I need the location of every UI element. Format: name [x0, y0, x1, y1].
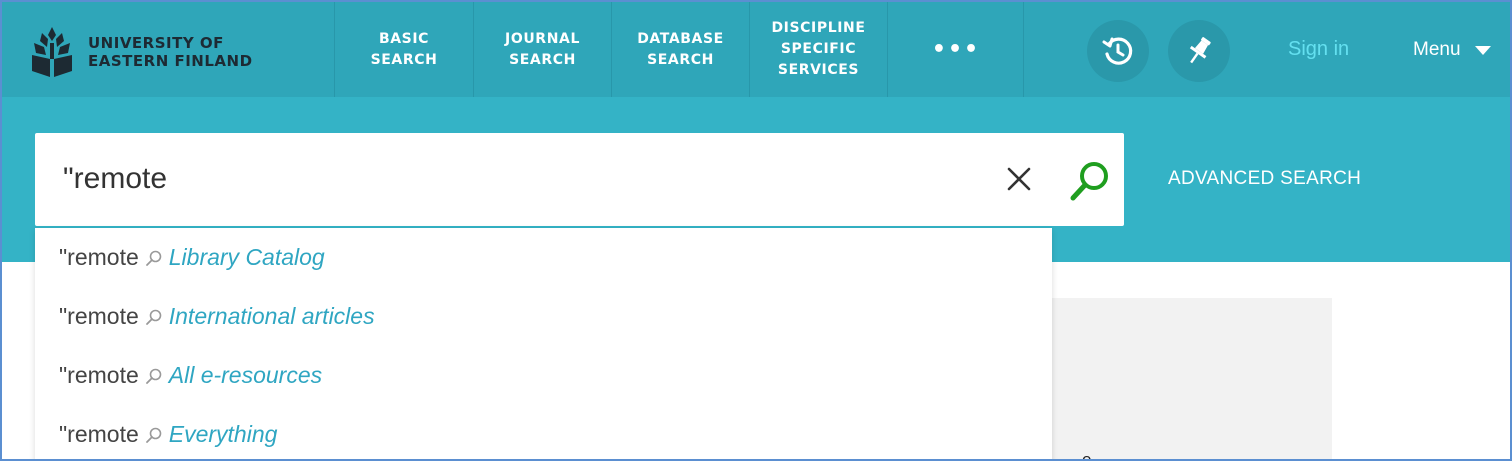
university-logo[interactable]: UNIVERSITY OF EASTERN FINLAND — [30, 24, 260, 80]
history-icon — [1102, 37, 1133, 65]
clear-search-button[interactable] — [1005, 165, 1033, 193]
advanced-search-link[interactable]: ADVANCED SEARCH — [1168, 168, 1361, 190]
nav-basic-search[interactable]: BASIC SEARCH — [334, 2, 473, 97]
magnifier-icon — [145, 367, 163, 385]
suggestion-query: "remote — [59, 362, 139, 388]
search-input[interactable] — [63, 157, 963, 201]
menu-button[interactable]: Menu — [1413, 39, 1491, 61]
logo-text: UNIVERSITY OF EASTERN FINLAND — [88, 34, 253, 70]
suggestion-query: "remote — [59, 244, 139, 270]
nav-more-button[interactable]: ••• — [887, 2, 1024, 97]
nav-basic-search-label: BASIC SEARCH — [370, 30, 438, 68]
nav-journal-search-label: JOURNAL SEARCH — [505, 30, 580, 68]
nav-discipline-specific-services[interactable]: DISCIPLINE SPECIFIC SERVICES — [749, 2, 887, 97]
menu-label: Menu — [1413, 39, 1461, 60]
search-suggestions-dropdown: "remote Library Catalog "remote Internat… — [35, 228, 1052, 459]
top-navigation-bar: UNIVERSITY OF EASTERN FINLAND BASIC SEAR… — [2, 2, 1510, 97]
app-frame: UNIVERSITY OF EASTERN FINLAND BASIC SEAR… — [0, 0, 1512, 461]
uef-logo-icon — [32, 27, 72, 77]
magnifier-icon — [145, 308, 163, 326]
nav-divider — [1023, 2, 1024, 97]
pin-icon — [1189, 37, 1211, 64]
suggestion-item[interactable]: "remote Library Catalog — [35, 228, 1052, 287]
content-text: e — [1082, 450, 1092, 461]
magnifier-icon — [145, 249, 163, 267]
search-button[interactable] — [1068, 159, 1112, 203]
close-icon — [1007, 167, 1031, 191]
history-button[interactable] — [1087, 20, 1149, 82]
logo-line-1: UNIVERSITY OF — [88, 34, 224, 52]
nav-discipline-label: DISCIPLINE SPECIFIC SERVICES — [771, 20, 866, 78]
suggestion-query: "remote — [59, 303, 139, 329]
suggestion-scope: Library Catalog — [168, 244, 325, 270]
content-panel — [1052, 298, 1332, 459]
nav-database-search-label: DATABASE SEARCH — [637, 30, 724, 68]
nav-database-search[interactable]: DATABASE SEARCH — [611, 2, 749, 97]
caret-down-icon — [1474, 45, 1491, 55]
suggestion-item[interactable]: "remote International articles — [35, 287, 1052, 346]
logo-line-2: EASTERN FINLAND — [88, 52, 253, 70]
search-icon — [1070, 162, 1108, 201]
search-box — [35, 133, 1124, 226]
pin-button[interactable] — [1168, 20, 1230, 82]
suggestion-scope: International articles — [168, 303, 375, 329]
suggestion-scope: All e-resources — [168, 362, 323, 388]
more-icon: ••• — [931, 37, 981, 62]
magnifier-icon — [145, 426, 163, 444]
suggestion-item[interactable]: "remote Everything — [35, 405, 1052, 459]
suggestion-scope: Everything — [168, 421, 278, 447]
nav-journal-search[interactable]: JOURNAL SEARCH — [473, 2, 611, 97]
sign-in-link[interactable]: Sign in — [1288, 38, 1349, 61]
suggestion-item[interactable]: "remote All e-resources — [35, 346, 1052, 405]
suggestion-query: "remote — [59, 421, 139, 447]
